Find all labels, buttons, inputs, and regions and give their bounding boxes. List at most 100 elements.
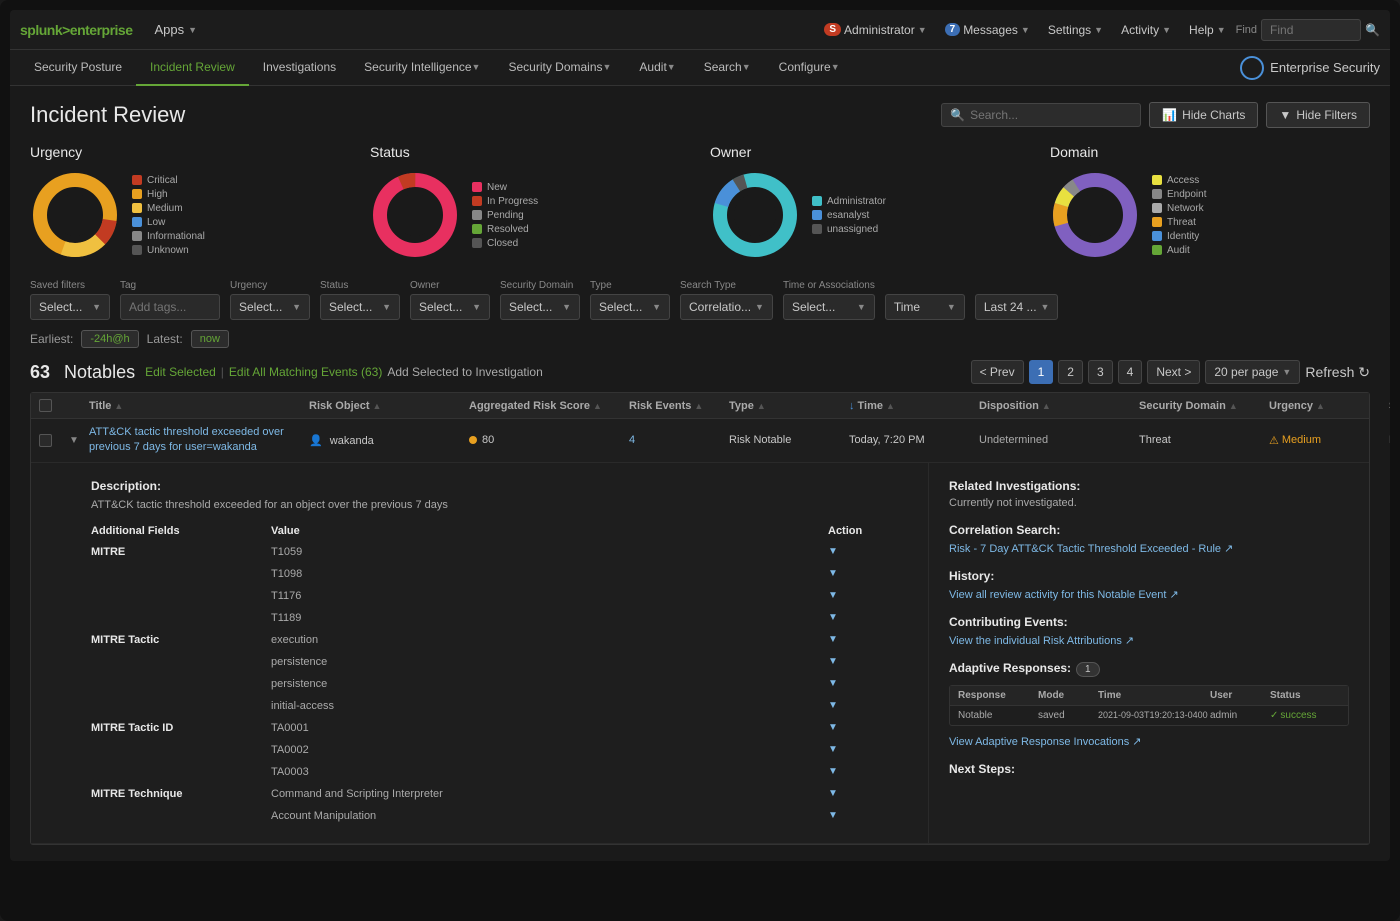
nav-security-domains[interactable]: Security Domains ▼ [494,50,625,86]
mitre-technique-arrow-2[interactable]: ▼ [828,810,838,821]
th-risk-events[interactable]: Risk Events ▲ [621,399,721,412]
time-associations-arrow-icon: ▼ [857,302,866,312]
page-2-button[interactable]: 2 [1058,360,1083,384]
time-select[interactable]: Time ▼ [885,294,965,320]
time-associations-select[interactable]: Select... ▼ [783,294,875,320]
risk-events-value[interactable]: 4 [629,434,635,446]
view-adaptive-link[interactable]: View Adaptive Response Invocations ↗ [949,736,1141,748]
page-3-button[interactable]: 3 [1088,360,1113,384]
apps-menu[interactable]: Apps ▼ [143,22,210,37]
header-checkbox[interactable] [39,399,52,412]
nav-investigations[interactable]: Investigations [249,50,350,86]
th-disposition[interactable]: Disposition ▲ [971,399,1131,412]
row-risk-events-cell[interactable]: 4 [621,428,721,452]
next-steps-section: Next Steps: [949,762,1349,776]
nav-audit[interactable]: Audit ▼ [625,50,689,86]
top-nav-right: S Administrator ▼ 7 Messages ▼ Settings … [816,19,1380,41]
status-legend-resolved: Resolved [472,224,538,235]
mitre-tactic-arrow-4[interactable]: ▼ [828,700,838,711]
search-input[interactable] [970,108,1132,122]
prev-button[interactable]: < Prev [971,360,1024,384]
row-checkbox[interactable] [39,434,52,447]
mitre-tactic-arrow-2[interactable]: ▼ [828,656,838,667]
th-agg-risk-score[interactable]: Aggregated Risk Score ▲ [461,399,621,412]
edit-all-link[interactable]: Edit All Matching Events (63) [229,365,382,379]
th-risk-object[interactable]: Risk Object ▲ [301,399,461,412]
urgency-select[interactable]: Select... ▼ [230,294,310,320]
contributing-events-link[interactable]: View the individual Risk Attributions ↗ [949,635,1134,647]
mitre-technique-arrow-1[interactable]: ▼ [828,788,838,799]
hide-charts-button[interactable]: 📊 Hide Charts [1149,102,1258,128]
mitre-tactic-row-1: MITRE Tactic execution ▼ [91,629,908,651]
refresh-button[interactable]: Refresh ↻ [1305,364,1370,381]
mitre-tactic-arrow-3[interactable]: ▼ [828,678,838,689]
search-type-group: Search Type Correlatio... ▼ [680,280,773,320]
next-button[interactable]: Next > [1147,360,1200,384]
row-title-cell[interactable]: ATT&CK tactic threshold exceeded over pr… [81,419,301,462]
owner-select[interactable]: Select... ▼ [410,294,490,320]
type-sort-icon: ▲ [757,401,766,411]
th-security-domain[interactable]: Security Domain ▲ [1131,399,1261,412]
domain-title: Domain [1050,144,1370,160]
settings-menu[interactable]: Settings ▼ [1040,23,1111,37]
nav-security-posture[interactable]: Security Posture [20,50,136,86]
mitre-tactic-id-arrow-2[interactable]: ▼ [828,744,838,755]
page-1-button[interactable]: 1 [1029,360,1054,384]
edit-selected-link[interactable]: Edit Selected [145,365,216,379]
domain-donut [1050,170,1140,260]
add-to-investigation-link[interactable]: Add Selected to Investigation [387,365,542,379]
mitre-tactic-id-arrow-3[interactable]: ▼ [828,766,838,777]
security-domain-select[interactable]: Select... ▼ [500,294,580,320]
mitre-tactic-id-arrow-1[interactable]: ▼ [828,722,838,733]
risk-dot-icon [469,436,477,444]
owner-legend: Administrator esanalyst unassigned [812,196,886,235]
per-page-select[interactable]: 20 per page ▼ [1205,360,1300,384]
mitre-arrow-3[interactable]: ▼ [828,590,838,601]
find-icon: 🔍 [1365,23,1380,37]
th-type[interactable]: Type ▲ [721,399,841,412]
domain-legend-threat: Threat [1152,217,1206,228]
page-4-button[interactable]: 4 [1118,360,1143,384]
nav-incident-review[interactable]: Incident Review [136,50,249,86]
latest-value-badge[interactable]: now [191,330,229,348]
th-urgency[interactable]: Urgency ▲ [1261,399,1381,412]
th-title[interactable]: Title ▲ [81,399,301,412]
earliest-value-badge[interactable]: -24h@h [81,330,138,348]
mitre-arrow-1[interactable]: ▼ [828,546,838,557]
mitre-arrow-4[interactable]: ▼ [828,612,838,623]
activity-menu[interactable]: Activity ▼ [1113,23,1179,37]
administrator-menu[interactable]: S Administrator ▼ [816,23,934,37]
informational-label: Informational [147,231,205,242]
messages-menu[interactable]: 7 Messages ▼ [937,23,1038,37]
mitre-tactic-arrow-1[interactable]: ▼ [828,634,838,645]
row-expand-icon[interactable]: ▼ [69,435,79,446]
search-box[interactable]: 🔍 [941,103,1141,127]
history-link[interactable]: View all review activity for this Notabl… [949,589,1179,601]
row-status-cell: New [1381,428,1390,452]
last-select[interactable]: Last 24 ... ▼ [975,294,1059,320]
risk-object-sort-icon: ▲ [373,401,382,411]
th-status[interactable]: Status ▲ [1381,399,1390,412]
saved-filters-select[interactable]: Select... ▼ [30,294,110,320]
nav-search[interactable]: Search ▼ [690,50,765,86]
tag-input[interactable] [120,294,220,320]
table-header: Title ▲ Risk Object ▲ Aggregated Risk Sc… [31,393,1369,419]
th-time[interactable]: ↓ Time ▲ [841,399,971,412]
help-menu[interactable]: Help ▼ [1181,23,1234,37]
nav-security-intelligence[interactable]: Security Intelligence ▼ [350,50,494,86]
mitre-tactic-id-field-name: MITRE Tactic ID [91,722,271,734]
nav-configure[interactable]: Configure ▼ [765,50,854,86]
unknown-label: Unknown [147,245,189,256]
hide-filters-button[interactable]: ▼ Hide Filters [1266,102,1370,128]
table-row: ▼ ATT&CK tactic threshold exceeded over … [31,419,1369,463]
mitre-arrow-2[interactable]: ▼ [828,568,838,579]
type-select[interactable]: Select... ▼ [590,294,670,320]
status-arrow-icon: ▼ [382,302,391,312]
esanalyst-label: esanalyst [827,210,869,221]
search-type-select[interactable]: Correlatio... ▼ [680,294,773,320]
status-select[interactable]: Select... ▼ [320,294,400,320]
correlation-search-link[interactable]: Risk - 7 Day ATT&CK Tactic Threshold Exc… [949,543,1233,555]
urgency-donut-svg [30,170,120,260]
per-page-chevron-icon: ▼ [1282,367,1291,377]
find-input[interactable] [1261,19,1361,41]
